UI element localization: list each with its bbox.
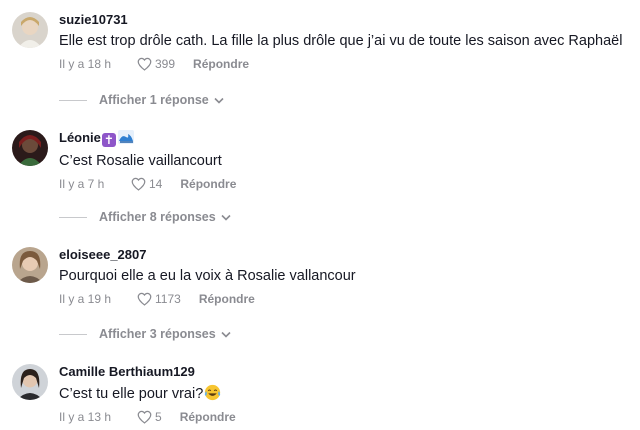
comment-text: C’est tu elle pour vrai? [59,384,640,404]
chevron-down-icon [214,97,224,104]
timestamp: Il y a 7 h [59,177,105,191]
view-replies-button[interactable]: Afficher 3 réponses [59,327,231,341]
view-replies-button[interactable]: Afficher 8 réponses [59,210,231,224]
view-replies-label: Afficher 8 réponses [99,210,216,224]
view-replies-label: Afficher 3 réponses [99,327,216,341]
like-button[interactable]: 5 [137,410,162,424]
divider [59,333,87,335]
divider [59,216,87,218]
view-replies-label: Afficher 1 réponse [99,93,209,107]
like-count: 5 [155,410,162,424]
view-replies-button[interactable]: Afficher 1 réponse [59,93,224,107]
avatar[interactable] [12,12,48,48]
comment-text: Pourquoi elle a eu la voix à Rosalie val… [59,268,356,284]
laughing-tears-emoji [205,384,221,401]
like-count: 14 [149,177,163,191]
comment-meta: Il y a 19 h 1173 Répondre [59,291,640,307]
heart-icon [131,177,146,191]
reply-button[interactable]: Répondre [180,177,236,191]
like-button[interactable]: 1173 [137,292,181,306]
like-count: 399 [155,57,176,71]
avatar[interactable] [12,130,48,166]
reply-button[interactable]: Répondre [193,57,249,71]
chevron-down-icon [221,331,231,338]
username[interactable]: Camille Berthiaum129 [59,364,640,380]
comment-meta: Il y a 13 h 5 Répondre [59,409,640,425]
heart-icon [137,57,152,71]
like-button[interactable]: 14 [131,177,162,191]
comment-meta: Il y a 7 h 14 Répondre [59,176,640,192]
username[interactable]: suzie10731 [59,12,640,28]
chevron-down-icon [221,214,231,221]
username[interactable]: eloiseee_2807 [59,247,640,263]
avatar[interactable] [12,247,48,283]
like-button[interactable]: 399 [137,57,175,71]
username-text: Léonie [59,130,101,145]
like-count: 1173 [155,292,181,306]
comment-meta: Il y a 18 h 399 Répondre [59,56,640,72]
timestamp: Il y a 19 h [59,292,112,306]
comment-text-content: C’est tu elle pour vrai? [59,386,204,402]
cross-emoji: ✝ [101,133,116,147]
wave-emoji [117,130,134,148]
reply-button[interactable]: Répondre [199,292,255,306]
divider [59,99,87,101]
heart-icon [137,292,152,306]
comment-text: C’est Rosalie vaillancourt [59,153,222,169]
username[interactable]: Léonie ✝ [59,130,640,148]
reply-button[interactable]: Répondre [180,410,236,424]
timestamp: Il y a 18 h [59,57,112,71]
avatar[interactable] [12,364,48,400]
timestamp: Il y a 13 h [59,410,112,424]
heart-icon [137,410,152,424]
comment-text: Elle est trop drôle cath. La fille la pl… [59,33,623,49]
